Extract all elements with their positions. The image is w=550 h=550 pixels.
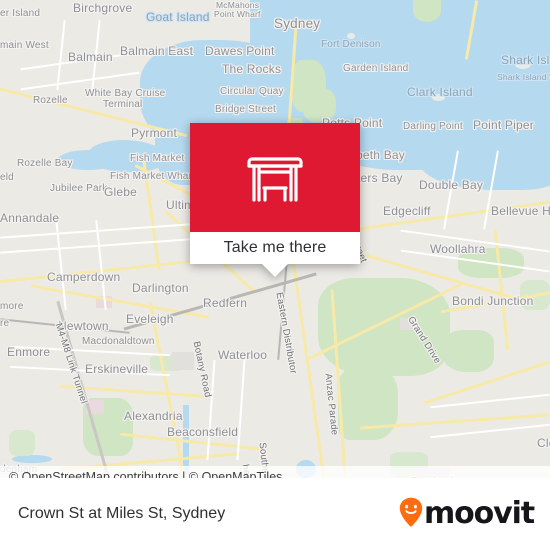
bus-shelter-icon <box>245 150 305 206</box>
page-footer: Crown St at Miles St, Sydney moovit <box>0 478 550 550</box>
moovit-wordmark: moovit <box>423 496 535 531</box>
map-viewport[interactable]: er Island Birchgrove Goat Island McMahons Po… <box>0 0 550 478</box>
island-shark <box>515 60 531 69</box>
moovit-pin-icon <box>399 497 423 532</box>
popup-icon-panel <box>190 123 360 232</box>
water-rushcutters <box>380 130 420 156</box>
water-rozelle-bay <box>58 150 118 170</box>
take-me-there-button[interactable]: Take me there <box>190 232 360 277</box>
water-cooks-river <box>12 455 52 463</box>
popup-tail-pointer <box>262 264 288 277</box>
moovit-station-map-page: er Island Birchgrove Goat Island McMahons Po… <box>0 0 550 550</box>
park-royal-botanic <box>302 88 336 122</box>
station-title: Crown St at Miles St, Sydney <box>18 505 226 522</box>
park-moore <box>338 368 398 440</box>
moovit-logo[interactable]: moovit <box>399 497 550 532</box>
island-goat <box>168 14 210 30</box>
map-attribution-bar: © OpenStreetMap contributors | © OpenMap… <box>0 466 550 478</box>
park-queens <box>442 330 494 372</box>
station-popup-card[interactable]: Take me there <box>190 123 360 277</box>
island-clark <box>432 94 445 101</box>
urban-block-4 <box>172 352 194 370</box>
urban-block-5 <box>400 318 416 330</box>
water-double-bay-inlet <box>452 125 498 155</box>
park-small-4 <box>9 430 35 456</box>
map-attribution-text[interactable]: © OpenStreetMap contributors | © OpenMap… <box>0 470 282 478</box>
park-ne-green <box>413 0 441 22</box>
island-fort-denison <box>347 33 355 39</box>
take-me-there-label: Take me there <box>223 239 327 256</box>
